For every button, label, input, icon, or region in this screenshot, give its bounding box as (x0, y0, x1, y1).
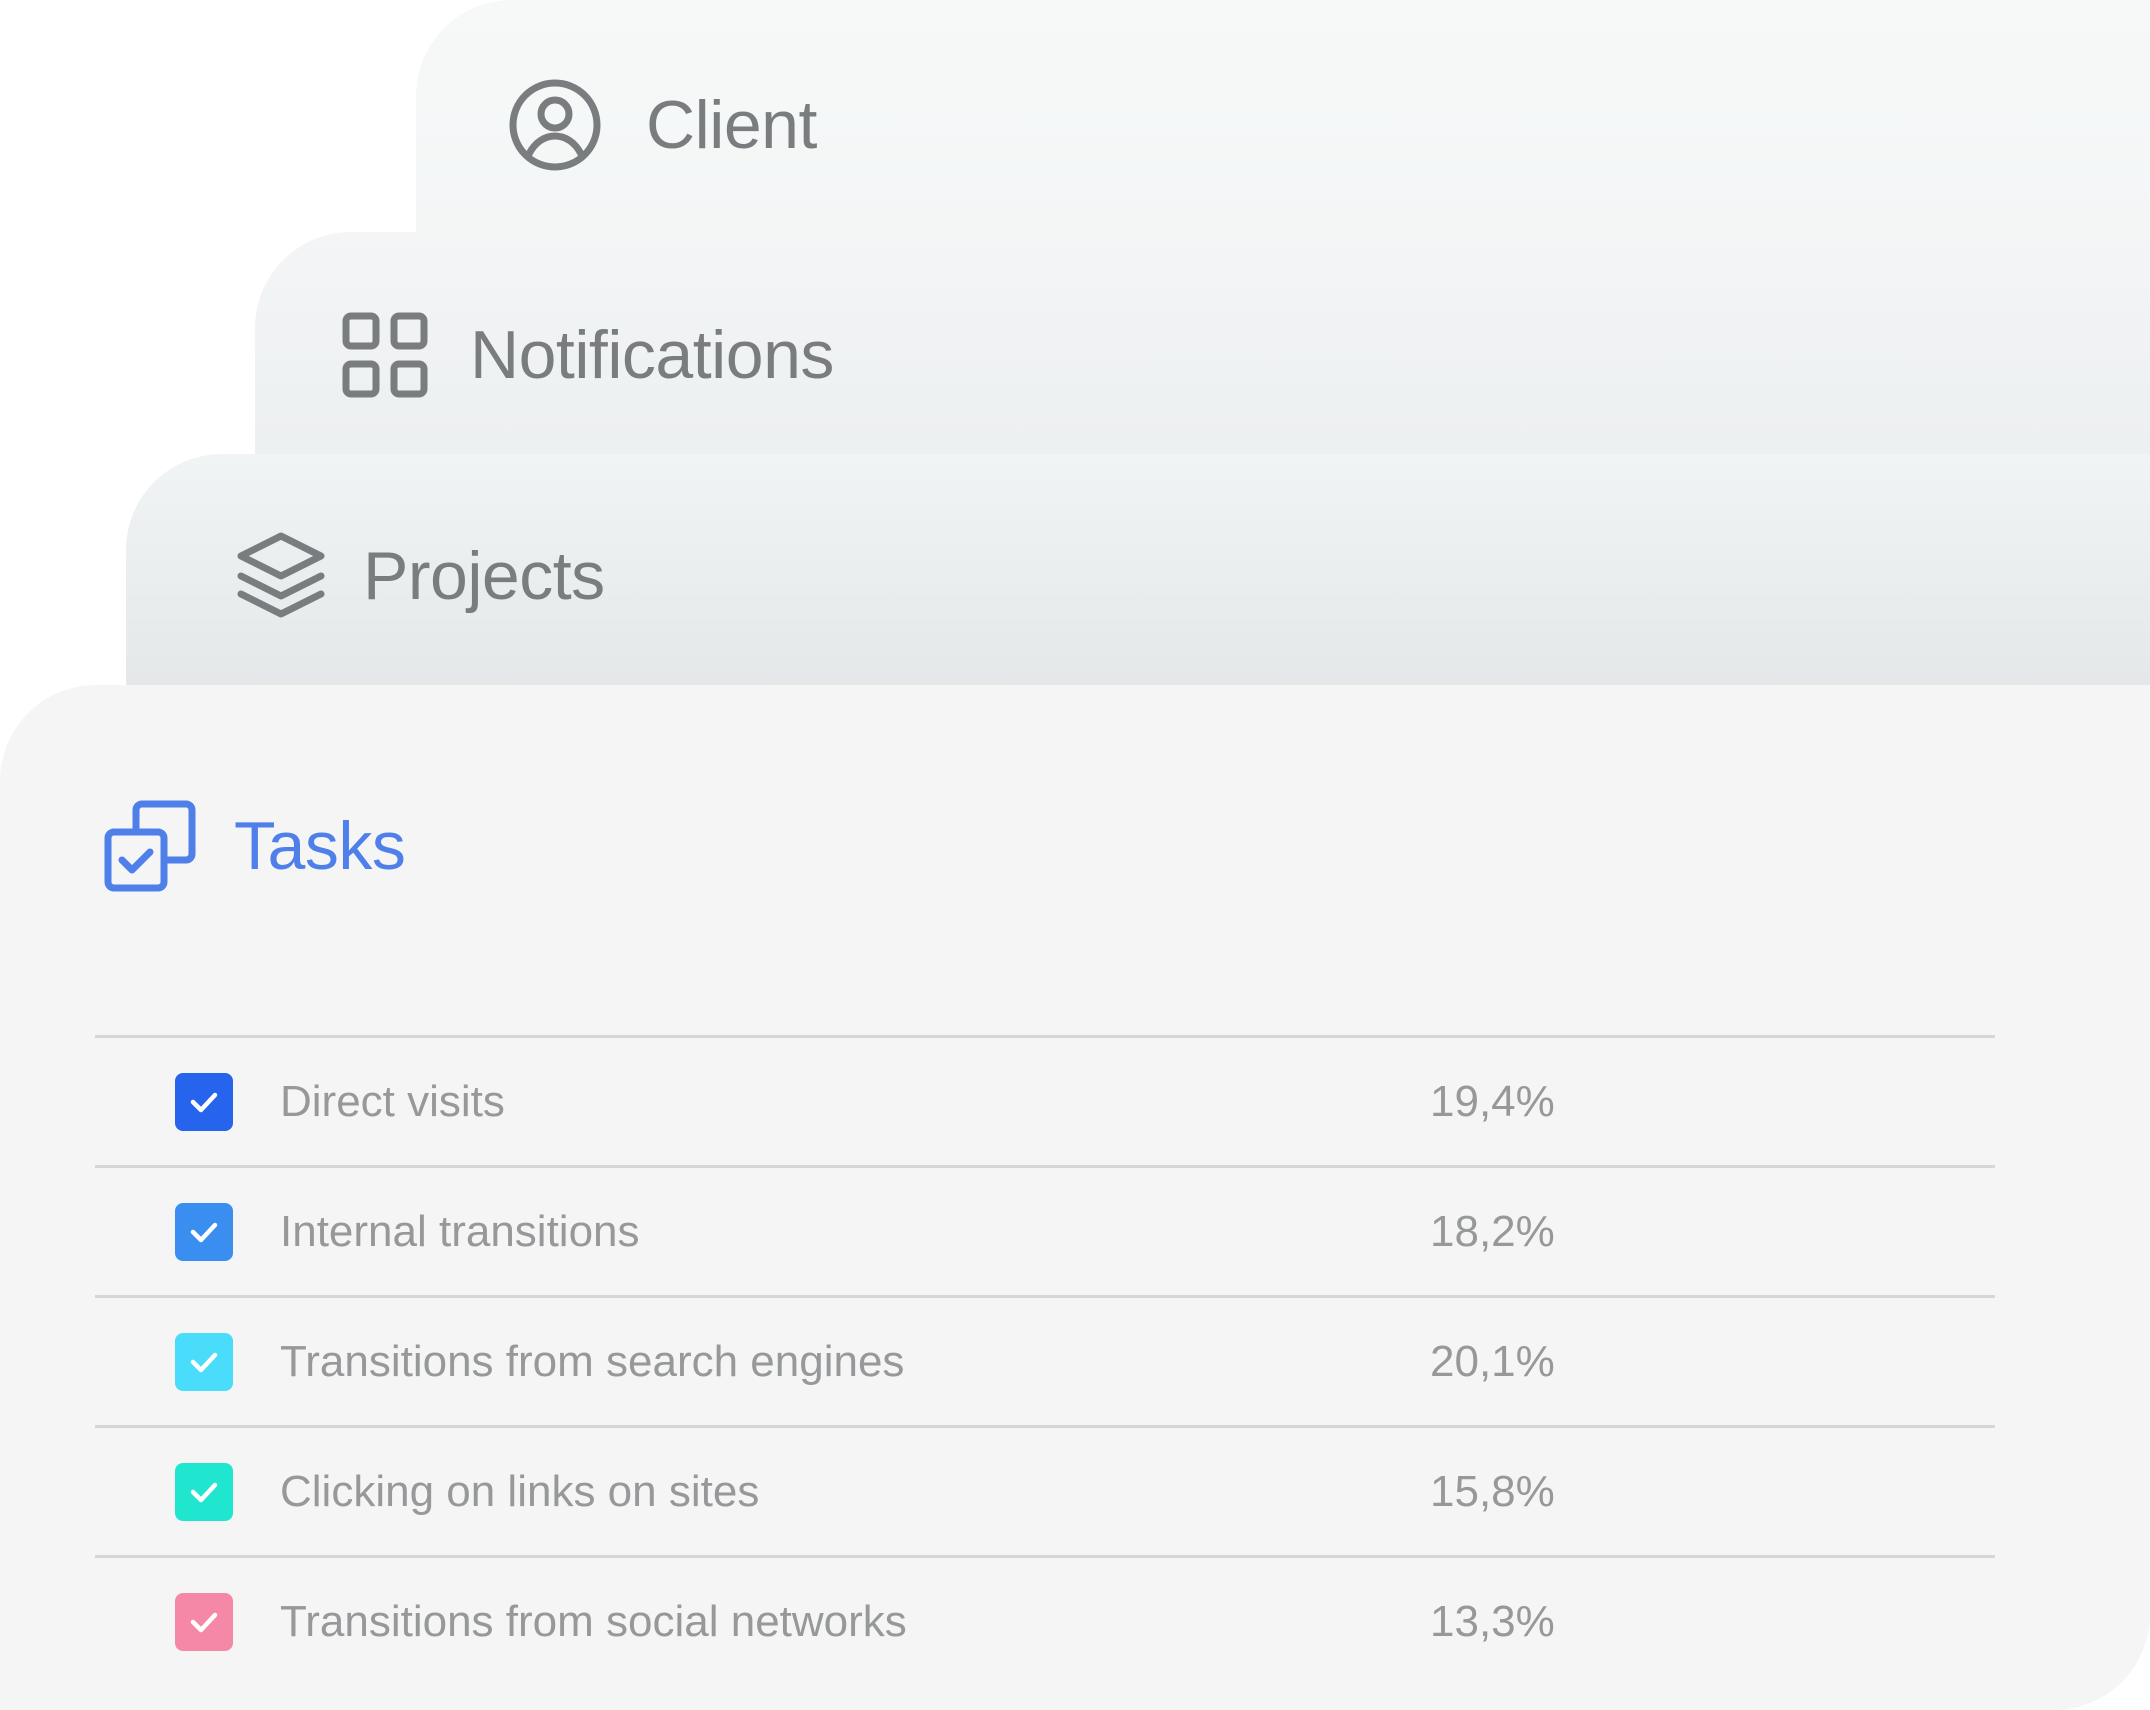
table-row: Internal transitions 18,2% (95, 1168, 1995, 1298)
grid-icon (342, 312, 428, 398)
check-icon (190, 1222, 218, 1242)
row-label: Direct visits (280, 1076, 505, 1126)
row-value: 20,1% (1430, 1336, 1555, 1386)
tab-projects-label: Projects (363, 538, 605, 614)
row-label: Transitions from social networks (280, 1596, 907, 1646)
app-stage: Client Notifications Projects Tasks Dire… (0, 0, 2150, 1710)
table-row: Transitions from social networks 13,3% (95, 1558, 1995, 1685)
copy-check-icon (102, 798, 198, 894)
table-row: Direct visits 19,4% (95, 1038, 1995, 1168)
tab-notifications-header[interactable]: Notifications (342, 310, 834, 400)
table-row: Transitions from search engines 20,1% (95, 1298, 1995, 1428)
check-icon (190, 1482, 218, 1502)
tab-client-label: Client (646, 87, 817, 163)
checkbox-direct-visits[interactable] (175, 1072, 233, 1131)
tab-notifications-label: Notifications (470, 317, 834, 393)
row-label: Internal transitions (280, 1206, 640, 1256)
tab-tasks[interactable]: Tasks (102, 798, 406, 894)
tab-projects-header[interactable]: Projects (233, 528, 605, 624)
row-label: Transitions from search engines (280, 1336, 905, 1386)
row-value: 19,4% (1430, 1076, 1555, 1126)
layers-icon (233, 528, 329, 624)
checkbox-links-on-sites[interactable] (175, 1462, 233, 1521)
row-value: 15,8% (1430, 1466, 1555, 1516)
row-value: 13,3% (1430, 1596, 1555, 1646)
checkbox-social-networks[interactable] (175, 1592, 233, 1651)
tab-client-header[interactable]: Client (508, 78, 817, 172)
check-icon (190, 1092, 218, 1112)
checkbox-internal-transitions[interactable] (175, 1202, 233, 1261)
user-circle-icon (508, 78, 602, 172)
tab-tasks-label: Tasks (234, 808, 406, 884)
row-label: Clicking on links on sites (280, 1466, 760, 1516)
checkbox-search-engines[interactable] (175, 1332, 233, 1391)
check-icon (190, 1612, 218, 1632)
table-row: Clicking on links on sites 15,8% (95, 1428, 1995, 1558)
row-value: 18,2% (1430, 1206, 1555, 1256)
traffic-sources-table: Direct visits 19,4% Internal transitions… (95, 1035, 1995, 1685)
check-icon (190, 1352, 218, 1372)
